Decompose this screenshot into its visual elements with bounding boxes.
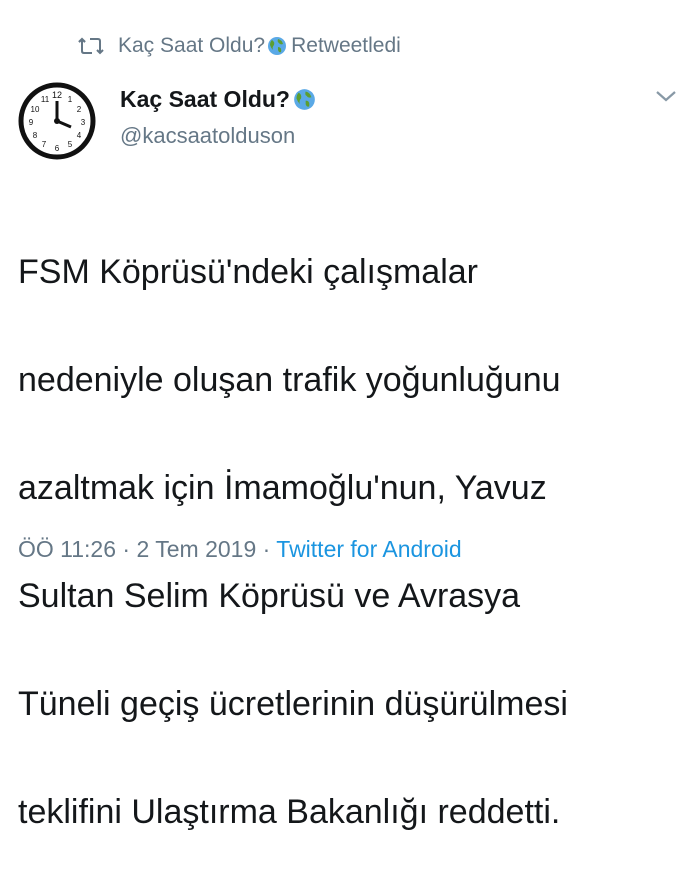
- globe-icon: [268, 37, 287, 55]
- tweet-line: teklifini Ulaştırma Bakanlığı reddetti.: [18, 793, 561, 831]
- tweet-line: FSM Köprüsü'ndeki çalışmalar: [18, 253, 478, 291]
- svg-text:3: 3: [81, 118, 86, 127]
- svg-text:9: 9: [29, 118, 34, 127]
- clock-avatar[interactable]: 12 1 2 3 4 5 6 7 8 9 10 11: [17, 81, 97, 161]
- tweet-date: 2 Tem 2019: [136, 536, 257, 562]
- tweet-line: Sultan Selim Köprüsü ve Avrasya: [18, 577, 521, 615]
- svg-text:7: 7: [42, 140, 47, 149]
- svg-text:11: 11: [41, 95, 50, 104]
- svg-text:5: 5: [68, 140, 73, 149]
- author-name-row[interactable]: Kaç Saat Oldu?: [120, 86, 320, 113]
- author-handle[interactable]: @kacsaatolduson: [120, 123, 295, 149]
- retweet-context: Kaç Saat Oldu? Retweetledi: [78, 34, 401, 58]
- meta-separator: ·: [256, 536, 277, 562]
- author-name[interactable]: Kaç Saat Oldu?: [120, 86, 290, 113]
- retweeter-name[interactable]: Kaç Saat Oldu?: [118, 34, 265, 58]
- retweet-icon: [78, 37, 104, 55]
- source-link[interactable]: Twitter for Android: [276, 536, 461, 562]
- svg-text:10: 10: [31, 105, 40, 114]
- chevron-down-icon[interactable]: [653, 86, 679, 106]
- tweet-line: Tüneli geçiş ücretlerinin düşürülmesi: [18, 685, 568, 723]
- svg-text:4: 4: [77, 131, 82, 140]
- tweet-line: nedeniyle oluşan trafik yoğunluğunu: [18, 361, 561, 399]
- svg-text:1: 1: [68, 95, 73, 104]
- retweet-label: Retweetledi: [291, 34, 401, 57]
- svg-text:12: 12: [52, 90, 62, 100]
- meta-separator: ·: [116, 536, 137, 562]
- tweet-meta: ÖÖ 11:26 · 2 Tem 2019 · Twitter for Andr…: [18, 536, 462, 563]
- svg-text:2: 2: [77, 105, 82, 114]
- globe-icon: [294, 89, 315, 110]
- tweet-line: azaltmak için İmamoğlu'nun, Yavuz: [18, 469, 547, 507]
- svg-text:6: 6: [55, 144, 60, 153]
- svg-text:8: 8: [33, 131, 38, 140]
- tweet-time: ÖÖ 11:26: [18, 536, 117, 562]
